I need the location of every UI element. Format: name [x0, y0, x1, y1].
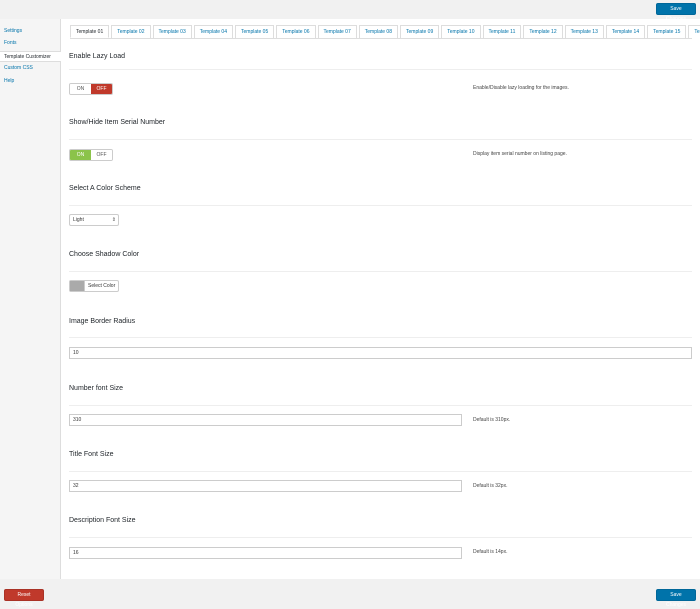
color-swatch: [70, 281, 84, 291]
number-font-size-hint: Default is 310px.: [473, 417, 511, 423]
border-radius-title: Image Border Radius: [69, 318, 136, 325]
sidebar-item-template-customizer[interactable]: Template Customizer: [0, 50, 61, 62]
tab-template-12[interactable]: Template 12: [523, 25, 563, 38]
serial-number-hint: Display item serial number on listing pa…: [473, 151, 567, 157]
tab-template-13[interactable]: Template 13: [564, 25, 604, 38]
title-font-size-input[interactable]: 32: [69, 480, 462, 492]
lazy-load-hint: Enable/Disable lazy loading for the imag…: [473, 85, 569, 91]
sidebar-item-custom-css[interactable]: Custom CSS: [0, 63, 60, 74]
save-changes-button-bottom[interactable]: Save Changes: [656, 589, 696, 608]
shadow-color-picker[interactable]: Select Color: [69, 280, 120, 292]
tab-template-09[interactable]: Template 09: [400, 25, 440, 38]
color-scheme-value: Light: [73, 217, 84, 223]
color-scheme-select[interactable]: Light ⇕: [69, 214, 119, 226]
tab-template-11[interactable]: Template 11: [482, 25, 522, 38]
section-divider: [69, 405, 692, 406]
number-font-size-title: Number font Size: [69, 385, 124, 392]
tab-template-04[interactable]: Template 04: [193, 25, 233, 38]
tab-template-07[interactable]: Template 07: [317, 25, 357, 38]
lazy-load-title: Enable Lazy Load: [69, 53, 126, 60]
title-font-size-title: Title Font Size: [69, 451, 114, 458]
description-font-size-input[interactable]: 16: [69, 547, 462, 559]
section-divider: [69, 69, 692, 70]
border-radius-input[interactable]: 10: [69, 347, 692, 359]
template-tabs: Template 01 Template 02 Template 03 Temp…: [70, 25, 700, 38]
tab-template-08[interactable]: Template 08: [358, 25, 398, 38]
lazy-load-on-option[interactable]: ON: [70, 84, 91, 94]
section-divider: [69, 139, 692, 140]
section-divider: [69, 537, 692, 538]
select-arrows-icon: ⇕: [111, 217, 116, 223]
save-changes-button-top[interactable]: Save Changes: [656, 3, 696, 22]
shadow-color-title: Choose Shadow Color: [69, 251, 140, 258]
serial-number-off-option[interactable]: OFF: [91, 150, 112, 160]
tab-template-01[interactable]: Template 01: [70, 25, 110, 38]
serial-number-title: Show/Hide Item Serial Number: [69, 119, 166, 126]
top-bar: Save Changes: [0, 0, 700, 22]
tab-template-02[interactable]: Template 02: [111, 25, 151, 38]
tab-template-05[interactable]: Template 05: [235, 25, 275, 38]
tab-template-x[interactable]: Template X: [688, 25, 700, 38]
sidebar-item-fonts[interactable]: Fonts: [0, 38, 60, 49]
reset-options-button[interactable]: Reset Options: [4, 589, 44, 608]
number-font-size-input[interactable]: 310: [69, 414, 462, 426]
lazy-load-off-option[interactable]: OFF: [91, 84, 112, 94]
section-divider: [69, 471, 692, 472]
description-font-size-title: Description Font Size: [69, 517, 136, 524]
tab-template-10[interactable]: Template 10: [441, 25, 481, 38]
description-font-size-hint: Default is 14px.: [473, 549, 508, 555]
section-divider: [69, 205, 692, 206]
sidebar: Settings Fonts Template Customizer Custo…: [0, 19, 61, 579]
tab-template-03[interactable]: Template 03: [152, 25, 192, 38]
tab-template-15[interactable]: Template 15: [647, 25, 687, 38]
title-font-size-hint: Default is 32px.: [473, 483, 508, 489]
sidebar-item-help[interactable]: Help: [0, 76, 60, 87]
serial-number-on-option[interactable]: ON: [70, 150, 91, 160]
main-panel: Template 01 Template 02 Template 03 Temp…: [61, 19, 700, 579]
tab-template-14[interactable]: Template 14: [605, 25, 646, 38]
tab-template-06[interactable]: Template 06: [276, 25, 316, 38]
color-scheme-title: Select A Color Scheme: [69, 185, 141, 192]
lazy-load-toggle: ON OFF: [69, 83, 113, 95]
select-color-label: Select Color: [84, 281, 118, 291]
tabs-divider: [70, 38, 692, 39]
serial-number-toggle: ON OFF: [69, 149, 113, 161]
section-divider: [69, 271, 692, 272]
sidebar-item-settings[interactable]: Settings: [0, 26, 60, 37]
section-divider: [69, 337, 692, 338]
bottom-bar: Reset Options Save Changes: [0, 584, 700, 609]
